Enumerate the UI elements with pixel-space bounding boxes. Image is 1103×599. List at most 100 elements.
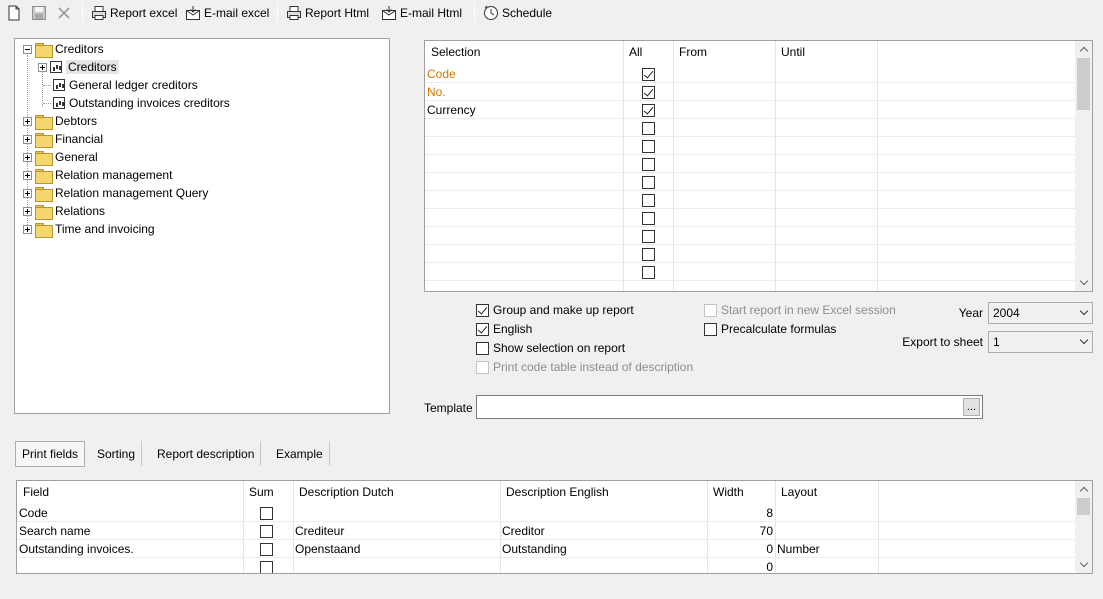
description-english-cell[interactable]: Creditor <box>502 522 705 540</box>
selection-all-checkbox[interactable] <box>642 247 655 261</box>
selection-row-label[interactable]: Code <box>427 65 621 83</box>
column-header-until[interactable]: Until <box>775 41 877 63</box>
tree-node-time-and-invoicing[interactable]: Time and invoicing <box>23 220 155 238</box>
collapse-icon[interactable] <box>23 44 32 54</box>
selection-all-checkbox[interactable] <box>642 211 655 225</box>
tab-example[interactable]: Example <box>270 441 330 466</box>
selection-all-checkbox[interactable] <box>642 193 655 207</box>
template-browse-button[interactable]: ... <box>963 398 980 416</box>
field-cell[interactable]: Search name <box>19 522 241 540</box>
expand-icon[interactable] <box>23 134 32 144</box>
layout-cell[interactable] <box>777 558 876 573</box>
column-header-sum[interactable]: Sum <box>243 481 293 503</box>
scroll-thumb[interactable] <box>1077 498 1090 515</box>
delete-button[interactable] <box>56 3 72 23</box>
selection-row-label[interactable] <box>427 227 621 245</box>
selection-row-label[interactable]: Currency <box>427 101 621 119</box>
description-dutch-cell[interactable] <box>295 558 498 573</box>
selection-all-checkbox[interactable] <box>642 265 655 279</box>
layout-cell[interactable]: Number <box>777 540 876 558</box>
precalculate-option[interactable]: Precalculate formulas <box>704 320 836 338</box>
selection-all-checkbox[interactable] <box>642 67 655 81</box>
english-option[interactable]: English <box>476 320 532 338</box>
width-cell[interactable]: 8 <box>709 504 773 522</box>
field-cell[interactable] <box>19 558 241 573</box>
expand-icon[interactable] <box>23 206 32 216</box>
column-header-width[interactable]: Width <box>707 481 775 503</box>
column-header-all[interactable]: All <box>623 41 673 63</box>
tree-node-general[interactable]: General <box>23 148 98 166</box>
description-english-cell[interactable]: Outstanding <box>502 540 705 558</box>
selection-row-label[interactable] <box>427 245 621 263</box>
selection-all-checkbox[interactable] <box>642 229 655 243</box>
selection-row-label[interactable] <box>427 209 621 227</box>
show-selection-checkbox[interactable] <box>476 341 489 355</box>
tab-print-fields[interactable]: Print fields <box>15 441 86 467</box>
expand-icon[interactable] <box>23 170 32 180</box>
selection-all-checkbox[interactable] <box>642 157 655 171</box>
scroll-thumb[interactable] <box>1077 58 1090 110</box>
expand-icon[interactable] <box>23 188 32 198</box>
tree-node-relations[interactable]: Relations <box>23 202 105 220</box>
selection-grid-scrollbar[interactable] <box>1075 41 1092 291</box>
expand-icon[interactable] <box>23 224 32 234</box>
selection-row-label[interactable] <box>427 119 621 137</box>
selection-all-checkbox[interactable] <box>642 139 655 153</box>
tree-node-financial[interactable]: Financial <box>23 130 103 148</box>
report-html-button[interactable]: Report Html <box>286 3 369 23</box>
selection-grid[interactable]: Selection All From Until Code No. Currency <box>424 40 1093 292</box>
selection-all-checkbox[interactable] <box>642 175 655 189</box>
schedule-button[interactable]: Schedule <box>483 3 552 23</box>
sum-checkbox[interactable] <box>260 560 273 573</box>
description-english-cell[interactable] <box>502 558 705 573</box>
width-cell[interactable]: 0 <box>709 540 773 558</box>
width-cell[interactable]: 70 <box>709 522 773 540</box>
description-dutch-cell[interactable]: Crediteur <box>295 522 498 540</box>
show-selection-option[interactable]: Show selection on report <box>476 339 625 357</box>
tree-node-general-ledger-creditors[interactable]: General ledger creditors <box>53 76 198 94</box>
selection-row-label[interactable]: No. <box>427 83 621 101</box>
selection-row-label[interactable] <box>427 173 621 191</box>
selection-all-checkbox[interactable] <box>642 85 655 99</box>
tree-node-outstanding-invoices-creditors[interactable]: Outstanding invoices creditors <box>53 94 230 112</box>
english-checkbox[interactable] <box>476 322 489 336</box>
expand-icon[interactable] <box>23 152 32 162</box>
export-sheet-select[interactable]: 1 <box>988 331 1093 353</box>
selection-all-checkbox[interactable] <box>642 121 655 135</box>
description-english-cell[interactable] <box>502 504 705 522</box>
column-header-field[interactable]: Field <box>17 481 243 503</box>
scroll-up-icon[interactable] <box>1075 481 1092 498</box>
report-excel-button[interactable]: Report excel <box>91 3 177 23</box>
fields-grid-scrollbar[interactable] <box>1075 481 1092 573</box>
column-header-description-english[interactable]: Description English <box>500 481 707 503</box>
scroll-down-icon[interactable] <box>1075 274 1092 291</box>
field-cell[interactable]: Code <box>19 504 241 522</box>
tab-sorting[interactable]: Sorting <box>91 441 143 466</box>
column-header-selection[interactable]: Selection <box>425 41 623 63</box>
tree-node-debtors[interactable]: Debtors <box>23 112 97 130</box>
group-make-up-option[interactable]: Group and make up report <box>476 301 634 319</box>
expand-icon[interactable] <box>23 116 32 126</box>
expand-icon[interactable] <box>38 62 47 72</box>
tab-report-description[interactable]: Report description <box>151 441 262 466</box>
tree-node-relation-management[interactable]: Relation management <box>23 166 172 184</box>
scroll-up-icon[interactable] <box>1075 41 1092 58</box>
report-tree[interactable]: Creditors Creditors General ledger credi… <box>14 38 390 414</box>
scroll-down-icon[interactable] <box>1075 556 1092 573</box>
selection-row-label[interactable] <box>427 137 621 155</box>
selection-all-checkbox[interactable] <box>642 103 655 117</box>
save-button[interactable] <box>31 3 47 23</box>
sum-checkbox[interactable] <box>260 524 273 538</box>
layout-cell[interactable] <box>777 504 876 522</box>
description-dutch-cell[interactable] <box>295 504 498 522</box>
email-excel-button[interactable]: E-mail excel <box>185 3 269 23</box>
selection-row-label[interactable] <box>427 263 621 281</box>
tree-node-relation-management-query[interactable]: Relation management Query <box>23 184 208 202</box>
precalculate-checkbox[interactable] <box>704 322 717 336</box>
selection-row-label[interactable] <box>427 191 621 209</box>
width-cell[interactable]: 0 <box>709 558 773 573</box>
year-select[interactable]: 2004 <box>988 302 1093 324</box>
new-button[interactable] <box>6 3 22 23</box>
column-header-description-dutch[interactable]: Description Dutch <box>293 481 500 503</box>
selection-row-label[interactable] <box>427 155 621 173</box>
